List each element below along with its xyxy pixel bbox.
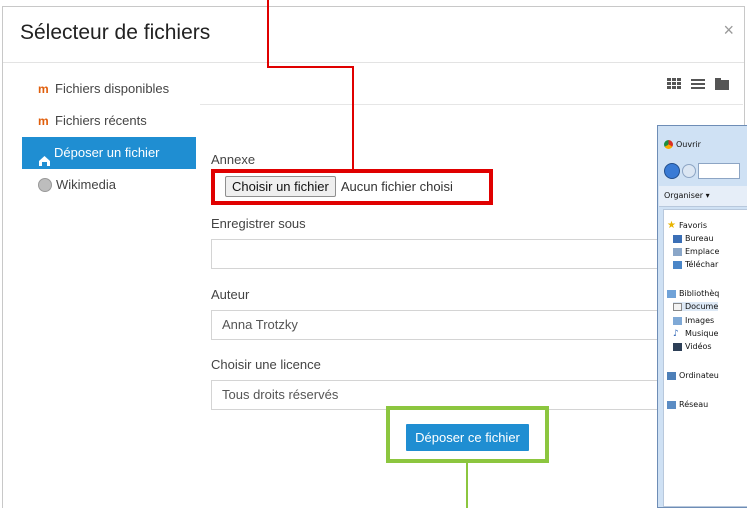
sidebar-item-label: Fichiers récents bbox=[55, 113, 147, 128]
author-input[interactable]: Anna Trotzky bbox=[211, 310, 671, 340]
desktop-icon bbox=[673, 234, 682, 243]
view-toolbar bbox=[200, 66, 743, 105]
annotation-line bbox=[466, 462, 468, 508]
music-icon: ♪ bbox=[673, 328, 679, 339]
folder-view-icon[interactable] bbox=[715, 78, 729, 90]
document-icon bbox=[673, 302, 682, 311]
license-label: Choisir une licence bbox=[211, 357, 321, 372]
os-nav-pane: ★ Favoris Bureau Emplace Téléchar Bibliot… bbox=[663, 209, 747, 507]
save-as-label: Enregistrer sous bbox=[211, 216, 306, 231]
forward-arrow-icon[interactable] bbox=[682, 164, 696, 178]
library-icon bbox=[667, 289, 676, 298]
os-nav-item[interactable]: Téléchar bbox=[673, 260, 718, 269]
os-nav-item[interactable]: Images bbox=[673, 316, 714, 325]
dialog-title: Sélecteur de fichiers bbox=[20, 21, 211, 44]
upload-icon bbox=[38, 147, 51, 166]
os-nav-item[interactable]: Vidéos bbox=[673, 342, 712, 351]
save-as-input[interactable] bbox=[211, 239, 671, 269]
sidebar-item-recent-files[interactable]: m Fichiers récents bbox=[22, 105, 196, 137]
author-label: Auteur bbox=[211, 287, 250, 302]
address-bar[interactable] bbox=[698, 163, 740, 179]
os-dialog-nav bbox=[664, 163, 740, 179]
annotation-highlight-submit bbox=[386, 406, 549, 463]
os-nav-item[interactable]: ♪ Musique bbox=[673, 329, 718, 338]
images-icon bbox=[673, 316, 682, 325]
places-icon bbox=[673, 247, 682, 256]
annotation-line bbox=[267, 66, 354, 68]
os-nav-item[interactable]: Emplace bbox=[673, 247, 719, 256]
downloads-icon bbox=[673, 260, 682, 269]
sidebar-item-available-files[interactable]: m Fichiers disponibles bbox=[22, 73, 196, 105]
computer-icon bbox=[667, 371, 676, 380]
grid-view-icon[interactable] bbox=[667, 78, 681, 90]
sidebar-item-label: Fichiers disponibles bbox=[55, 81, 170, 96]
os-nav-item[interactable]: Réseau bbox=[667, 400, 708, 409]
annotation-highlight-file-input bbox=[211, 169, 493, 205]
sidebar-item-label: Déposer un fichier bbox=[54, 145, 160, 160]
os-nav-item[interactable]: Bureau bbox=[673, 234, 714, 243]
os-nav-item[interactable]: Bibliothèq bbox=[667, 289, 719, 298]
repository-sidebar: m Fichiers disponibles m Fichiers récent… bbox=[22, 73, 196, 201]
os-dialog-title: Ouvrir bbox=[664, 140, 701, 149]
os-nav-item[interactable]: Ordinateu bbox=[667, 371, 719, 380]
globe-icon bbox=[38, 178, 52, 192]
sidebar-item-upload-file[interactable]: Déposer un fichier bbox=[22, 137, 196, 169]
os-nav-item[interactable]: ★ Favoris bbox=[667, 219, 707, 231]
videos-icon bbox=[673, 342, 682, 351]
os-nav-item[interactable]: Docume bbox=[673, 302, 719, 311]
moodle-icon: m bbox=[38, 113, 49, 128]
star-icon: ★ bbox=[667, 219, 676, 231]
annotation-line bbox=[352, 66, 354, 169]
list-view-icon[interactable] bbox=[691, 78, 705, 90]
network-icon bbox=[667, 400, 676, 409]
dialog-header: Sélecteur de fichiers × bbox=[3, 7, 744, 63]
organize-menu[interactable]: Organiser ▾ bbox=[659, 186, 747, 207]
sidebar-item-wikimedia[interactable]: Wikimedia bbox=[22, 169, 196, 201]
sidebar-item-label: Wikimedia bbox=[56, 177, 116, 192]
chrome-icon bbox=[664, 140, 673, 149]
annotation-line bbox=[267, 0, 269, 67]
attachment-label: Annexe bbox=[211, 152, 256, 167]
moodle-icon: m bbox=[38, 81, 49, 96]
close-icon[interactable]: × bbox=[723, 21, 734, 39]
back-arrow-icon[interactable] bbox=[664, 163, 680, 179]
os-open-dialog: Ouvrir Organiser ▾ ★ Favoris Bureau Empla… bbox=[657, 125, 747, 508]
